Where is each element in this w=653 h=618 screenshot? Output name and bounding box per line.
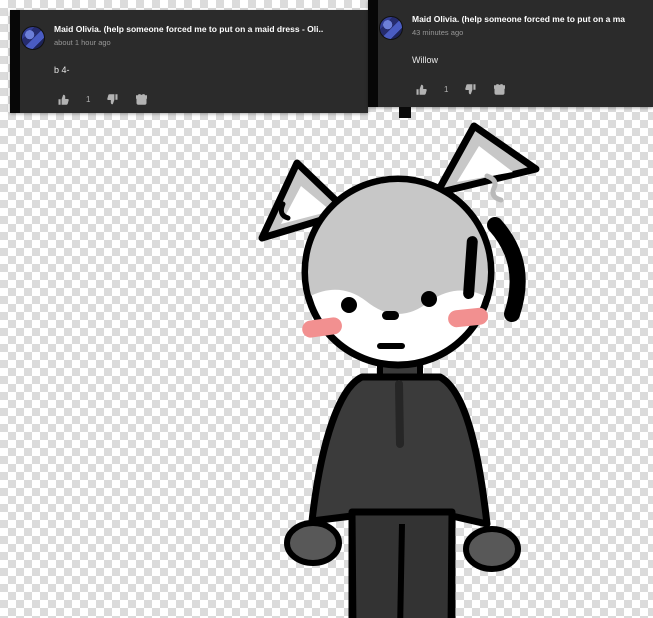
comment-card: Maid Olivia. (help someone forced me to …: [368, 0, 653, 107]
gift-button[interactable]: [493, 83, 506, 96]
comment-author: Maid Olivia. (help someone forced me to …: [412, 14, 626, 24]
like-button[interactable]: [415, 83, 428, 96]
comment-text: Willow: [412, 55, 438, 65]
gift-icon: [136, 94, 148, 105]
like-count: 1: [444, 85, 449, 94]
comment-card: Maid Olivia. (help someone forced me to …: [10, 10, 368, 113]
gift-icon: [494, 84, 506, 95]
like-button[interactable]: [57, 93, 70, 106]
thumbs-down-icon: [107, 94, 118, 105]
comment-actions: 1: [57, 93, 148, 106]
collar-line: [395, 380, 404, 448]
right-eye: [421, 291, 437, 307]
thumbs-down-icon: [465, 84, 476, 95]
avatar[interactable]: [379, 16, 403, 40]
card-edge-strip: [10, 10, 20, 113]
like-count: 1: [86, 95, 91, 104]
thumbs-up-icon: [58, 94, 69, 105]
comment-text: b 4-: [54, 65, 70, 75]
card-edge-strip: [368, 0, 378, 107]
right-paw: [463, 526, 521, 572]
dislike-button[interactable]: [464, 83, 477, 96]
mouth: [377, 343, 405, 349]
comment-author: Maid Olivia. (help someone forced me to …: [54, 24, 324, 34]
comment-timestamp: about 1 hour ago: [54, 38, 111, 47]
right-ear: [433, 122, 540, 203]
avatar[interactable]: [21, 26, 45, 50]
comment-timestamp: 43 minutes ago: [412, 28, 464, 37]
thumbs-up-icon: [416, 84, 427, 95]
character-pants: [348, 508, 456, 618]
nose: [382, 311, 399, 320]
comment-actions: 1: [415, 83, 506, 96]
left-paw: [284, 520, 342, 566]
left-eye: [341, 297, 357, 313]
comment-tail: [399, 107, 411, 118]
drawing-canvas[interactable]: Maid Olivia. (help someone forced me to …: [0, 0, 653, 618]
gift-button[interactable]: [135, 93, 148, 106]
dislike-button[interactable]: [106, 93, 119, 106]
